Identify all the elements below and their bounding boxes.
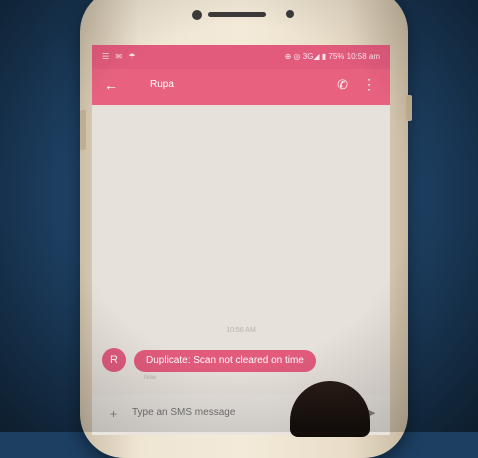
power-button <box>406 95 412 121</box>
system-status: ⊕ ◎ 3G◢ ▮ 75% 10:58 am <box>284 52 380 61</box>
attach-icon[interactable]: + <box>110 407 117 421</box>
more-options-icon[interactable]: ⋮ <box>362 76 376 93</box>
contact-name: Rupa <box>150 79 174 90</box>
volume-button <box>80 110 86 150</box>
front-camera <box>192 10 202 20</box>
notification-icons: ☰ ✉ ☂ <box>102 52 138 61</box>
app-bar: ← Rupa ✆ ⋮ <box>92 69 390 105</box>
phone-screen: ☰ ✉ ☂ ⊕ ◎ 3G◢ ▮ 75% 10:58 am ← Rupa ✆ ⋮ … <box>92 45 390 435</box>
phone-call-icon[interactable]: ✆ <box>337 77 348 93</box>
message-timestamp: 10:56 AM <box>226 327 256 334</box>
back-arrow-icon[interactable]: ← <box>104 77 118 93</box>
status-bar: ☰ ✉ ☂ ⊕ ◎ 3G◢ ▮ 75% 10:58 am <box>92 45 390 69</box>
front-sensor <box>286 10 294 18</box>
message-status: Now <box>144 375 157 381</box>
message-bubble[interactable]: Duplicate: Scan not cleared on time <box>134 350 316 372</box>
contact-avatar[interactable]: R <box>102 348 126 372</box>
earpiece-speaker <box>208 12 266 17</box>
